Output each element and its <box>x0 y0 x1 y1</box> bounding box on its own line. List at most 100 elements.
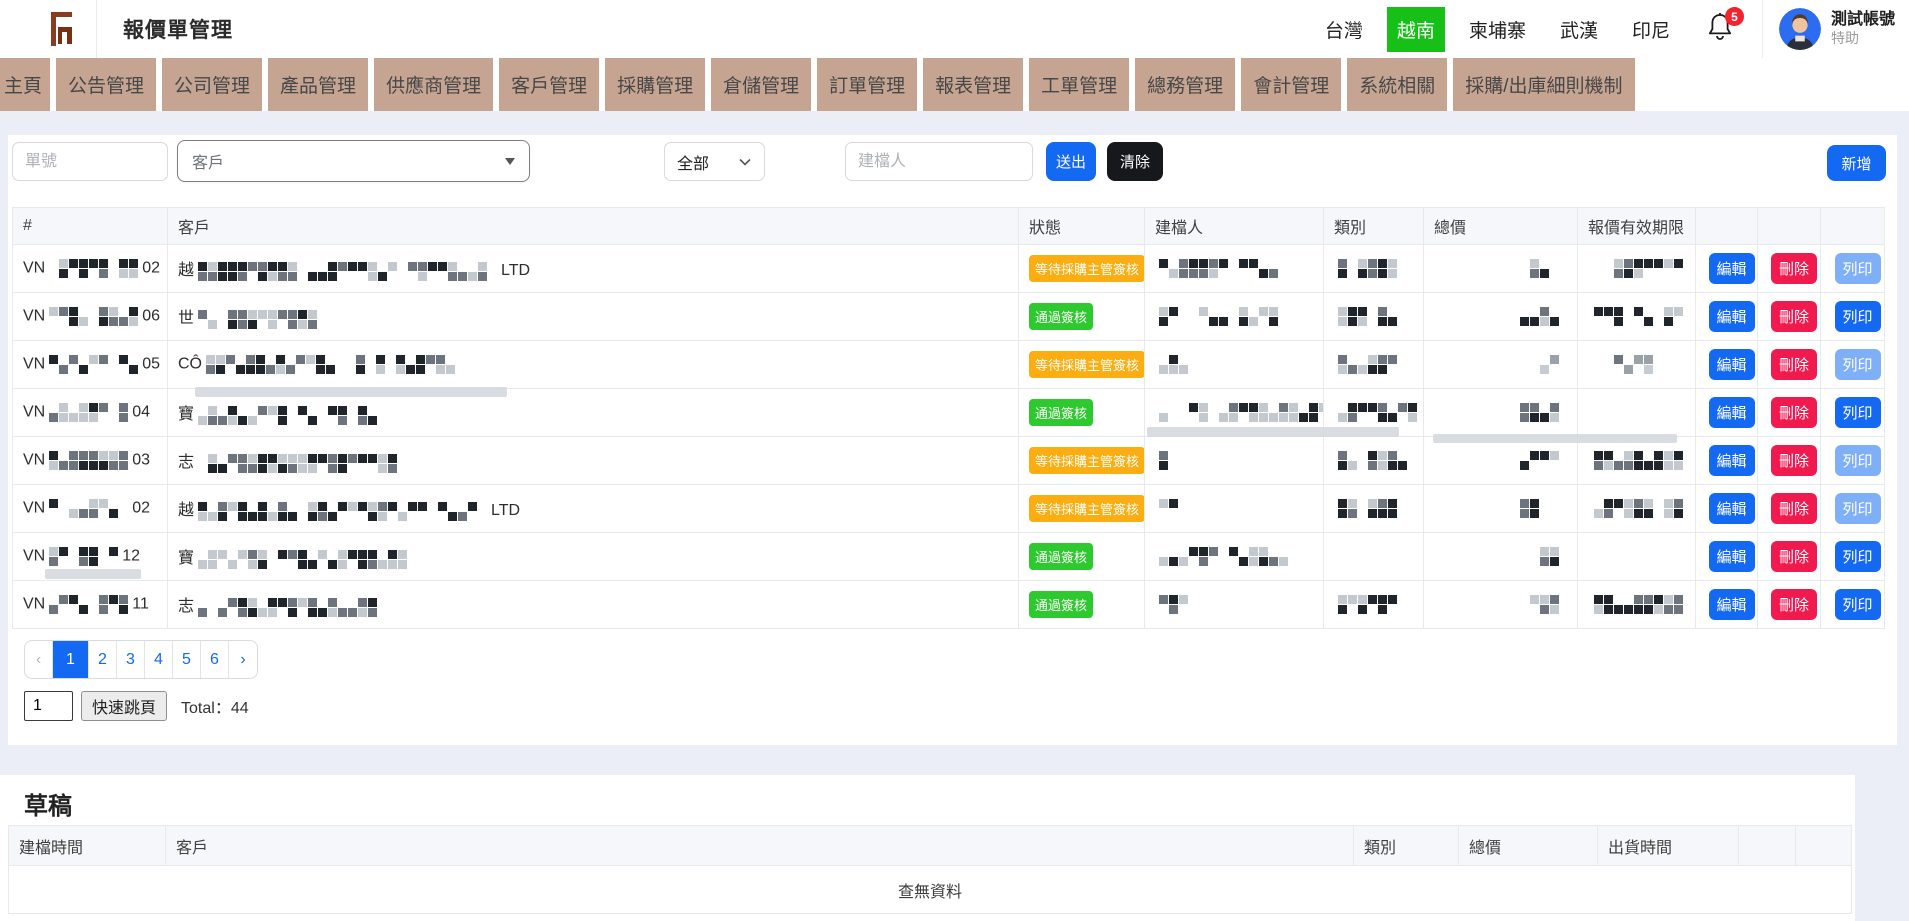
quick-jump-button[interactable]: 快速跳頁 <box>81 691 167 721</box>
quote-id-prefix: VN <box>23 356 45 373</box>
delete-button[interactable]: 刪除 <box>1771 253 1817 284</box>
region-tab-台灣[interactable]: 台灣 <box>1315 7 1373 52</box>
pagination-page-1[interactable]: 1 <box>53 641 89 678</box>
validity-cell <box>1578 581 1696 629</box>
pagination-page-4[interactable]: 4 <box>145 641 173 678</box>
print-button[interactable]: 列印 <box>1835 589 1881 620</box>
page-jump-input[interactable] <box>24 691 73 721</box>
nav-item[interactable]: 倉儲管理 <box>711 58 811 111</box>
edit-button[interactable]: 編輯 <box>1709 589 1755 620</box>
print-button[interactable]: 列印 <box>1835 349 1881 380</box>
redacted-text <box>49 451 128 470</box>
delete-cell: 刪除 <box>1758 437 1821 485</box>
customer-prefix: 志 <box>178 454 194 471</box>
delete-button[interactable]: 刪除 <box>1771 445 1817 476</box>
nav-item[interactable]: 公告管理 <box>56 58 156 111</box>
region-tab-武漢[interactable]: 武漢 <box>1550 7 1608 52</box>
print-button[interactable]: 列印 <box>1835 493 1881 524</box>
pagination-page-2[interactable]: 2 <box>89 641 117 678</box>
pagination-page-5[interactable]: 5 <box>173 641 201 678</box>
nav-item[interactable]: 主頁 <box>0 58 50 111</box>
quote-id-cell: VN11 <box>13 581 168 629</box>
pagination-page-6[interactable]: 6 <box>201 641 229 678</box>
nav-item[interactable]: 訂單管理 <box>817 58 917 111</box>
nav-item[interactable]: 會計管理 <box>1241 58 1341 111</box>
print-button[interactable]: 列印 <box>1835 301 1881 332</box>
edit-button[interactable]: 編輯 <box>1709 445 1755 476</box>
draft-title: 草稿 <box>24 786 72 821</box>
user-menu[interactable]: 測試帳號 特助 <box>1779 8 1895 50</box>
edit-button[interactable]: 編輯 <box>1709 253 1755 284</box>
delete-cell: 刪除 <box>1758 581 1821 629</box>
status-select-value: 全部 <box>677 150 709 174</box>
delete-button[interactable]: 刪除 <box>1771 589 1817 620</box>
caret-down-icon <box>505 158 515 165</box>
region-tab-印尼[interactable]: 印尼 <box>1622 7 1680 52</box>
delete-button[interactable]: 刪除 <box>1771 493 1817 524</box>
nav-item[interactable]: 工單管理 <box>1029 58 1129 111</box>
print-button[interactable]: 列印 <box>1835 541 1881 572</box>
nav-item[interactable]: 系統相關 <box>1347 58 1447 111</box>
customer-combobox[interactable]: 客戶 <box>177 140 530 182</box>
print-button[interactable]: 列印 <box>1835 253 1881 284</box>
delete-cell: 刪除 <box>1758 293 1821 341</box>
pagination-next-button[interactable]: › <box>229 641 257 678</box>
page-title: 報價單管理 <box>123 14 233 44</box>
nav-item[interactable]: 公司管理 <box>162 58 262 111</box>
quote-id-prefix: VN <box>23 260 45 277</box>
nav-item[interactable]: 採購管理 <box>605 58 705 111</box>
pagination-prev-button[interactable]: ‹ <box>25 641 53 678</box>
region-tabs: 台灣越南柬埔寨武漢印尼 <box>1315 7 1680 52</box>
redacted-text <box>1159 451 1178 470</box>
nav-item[interactable]: 產品管理 <box>268 58 368 111</box>
edit-cell: 編輯 <box>1696 293 1758 341</box>
total-count-label: Total：44 <box>181 694 249 718</box>
delete-button[interactable]: 刪除 <box>1771 397 1817 428</box>
table-row: VN12寶通過簽核編輯刪除列印 <box>13 533 1885 581</box>
edit-button[interactable]: 編輯 <box>1709 397 1755 428</box>
nav-item[interactable]: 採購/出庫細則機制 <box>1453 58 1634 111</box>
redacted-text <box>49 355 138 374</box>
nav-item[interactable]: 報表管理 <box>923 58 1023 111</box>
edit-button[interactable]: 編輯 <box>1709 493 1755 524</box>
nav-item[interactable]: 客戶管理 <box>499 58 599 111</box>
add-button[interactable]: 新增 <box>1827 145 1886 181</box>
print-button[interactable]: 列印 <box>1835 445 1881 476</box>
creator-input[interactable] <box>845 142 1033 181</box>
region-tab-柬埔寨[interactable]: 柬埔寨 <box>1459 7 1536 52</box>
quotes-col-header-empty <box>1758 208 1821 245</box>
quotes-col-header: 建檔人 <box>1145 208 1324 245</box>
app-header: 報價單管理 台灣越南柬埔寨武漢印尼 5 測試帳號 <box>0 0 1909 58</box>
delete-button[interactable]: 刪除 <box>1771 541 1817 572</box>
submit-button[interactable]: 送出 <box>1046 142 1096 181</box>
order-number-input[interactable] <box>12 142 168 181</box>
delete-button[interactable]: 刪除 <box>1771 349 1817 380</box>
redacted-text <box>1594 499 1693 518</box>
nav-item[interactable]: 總務管理 <box>1135 58 1235 111</box>
edit-button[interactable]: 編輯 <box>1709 541 1755 572</box>
status-badge: 等待採購主管簽核 <box>1029 495 1145 522</box>
print-button[interactable]: 列印 <box>1835 397 1881 428</box>
redacted-text <box>206 355 455 374</box>
pagination-page-3[interactable]: 3 <box>117 641 145 678</box>
creator-cell <box>1145 485 1324 533</box>
creator-cell <box>1145 437 1324 485</box>
delete-button[interactable]: 刪除 <box>1771 301 1817 332</box>
delete-cell: 刪除 <box>1758 533 1821 581</box>
delete-cell: 刪除 <box>1758 341 1821 389</box>
status-select[interactable]: 全部 <box>664 142 765 181</box>
validity-cell <box>1578 293 1696 341</box>
redacted-text <box>198 406 377 425</box>
table-row: VN11志通過簽核編輯刪除列印 <box>13 581 1885 629</box>
delete-cell: 刪除 <box>1758 485 1821 533</box>
region-tab-越南[interactable]: 越南 <box>1387 7 1445 52</box>
notifications-button[interactable]: 5 <box>1706 11 1740 47</box>
quotes-col-header: 總價 <box>1424 208 1578 245</box>
creator-cell <box>1145 245 1324 293</box>
nav-item[interactable]: 供應商管理 <box>374 58 493 111</box>
edit-button[interactable]: 編輯 <box>1709 349 1755 380</box>
edit-button[interactable]: 編輯 <box>1709 301 1755 332</box>
status-badge: 通過簽核 <box>1029 591 1093 618</box>
clear-button[interactable]: 清除 <box>1107 142 1163 181</box>
draft-table-header-row: 建檔時間客戶類別總價出貨時間 <box>9 826 1852 866</box>
